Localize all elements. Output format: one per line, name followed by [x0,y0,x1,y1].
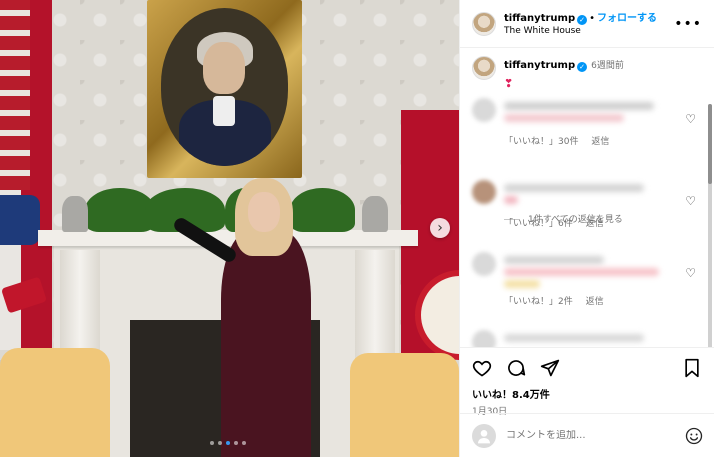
chevron-right-icon: › [437,220,443,236]
post-caption: tiffanytrump ✓ 6週間前 ❣ [472,56,702,90]
carousel-dot [242,441,246,445]
more-horizontal-icon[interactable]: ••• [674,16,702,32]
carousel-dot [226,441,230,445]
carousel-dot [234,441,238,445]
portrait-painting [147,0,302,178]
share-send-icon[interactable] [540,358,560,378]
armchair-left [0,348,110,457]
comment-avatar[interactable] [472,180,496,204]
author-avatar[interactable] [472,11,496,36]
caption-text: ❣ [504,77,514,90]
armchair-right [350,353,459,457]
reply-button[interactable]: 返信 [586,297,604,307]
comment-input[interactable] [506,430,685,441]
comments-section: tiffanytrump ✓ 6週間前 ❣ 「いいね！」30件 返信 ♡ 1件す… [460,48,714,347]
comment-avatar[interactable] [472,252,496,276]
bookmark-icon[interactable] [682,358,702,378]
comment-like-heart-icon[interactable]: ♡ [685,112,696,126]
instagram-post: › tiffanytrump ✓ • フォローする The White House •… [0,0,714,457]
likes-count[interactable]: いいね！8.4万件 [472,386,702,401]
flag-left [0,0,52,350]
reply-button[interactable]: 返信 [586,219,604,229]
like-heart-icon[interactable] [472,358,492,378]
caption-avatar[interactable] [472,56,496,80]
comment-likes[interactable]: 「いいね！」6件 [504,219,573,229]
comment-likes[interactable]: 「いいね！」2件 [504,297,573,307]
eagle-statue-left [62,196,88,232]
comment-like-heart-icon[interactable]: ♡ [685,266,696,280]
post-media[interactable]: › [0,0,459,457]
comment-item: 「いいね！」30件 返信 ♡ [472,98,702,147]
comment-item: 「いいね！」6件 返信 ♡ [472,180,702,229]
post-panel: tiffanytrump ✓ • フォローする The White House •••… [459,0,714,457]
comment-avatar[interactable] [472,98,496,122]
emoji-smile-icon[interactable] [685,427,703,445]
comments-scrollbar[interactable] [708,104,712,347]
separator: • [589,13,596,24]
comment-avatar[interactable] [472,330,496,347]
comment-item: 「いいね！」2件 返信 ♡ [472,252,702,307]
carousel-dot [218,441,222,445]
verified-badge-icon: ✓ [577,62,588,72]
user-avatar [472,423,496,448]
verified-badge-icon: ✓ [577,15,588,25]
carousel-indicator [210,441,246,445]
comment-icon[interactable] [506,358,526,378]
caption-time: 6週間前 [591,61,624,71]
post-header: tiffanytrump ✓ • フォローする The White House ••• [460,0,714,48]
carousel-next-button[interactable]: › [430,218,450,238]
carousel-dot [210,441,214,445]
location-link[interactable]: The White House [504,25,674,38]
caption-username[interactable]: tiffanytrump [504,60,575,71]
user-silhouette-icon [478,429,490,443]
person [171,178,315,457]
eagle-statue-right [362,196,388,232]
comment-item [472,330,702,347]
comment-like-heart-icon[interactable]: ♡ [685,194,696,208]
follow-button[interactable]: フォローする [597,13,657,24]
author-username[interactable]: tiffanytrump [504,13,575,24]
add-comment-bar [460,413,714,457]
reply-button[interactable]: 返信 [591,137,609,147]
comment-likes[interactable]: 「いいね！」30件 [504,137,578,147]
